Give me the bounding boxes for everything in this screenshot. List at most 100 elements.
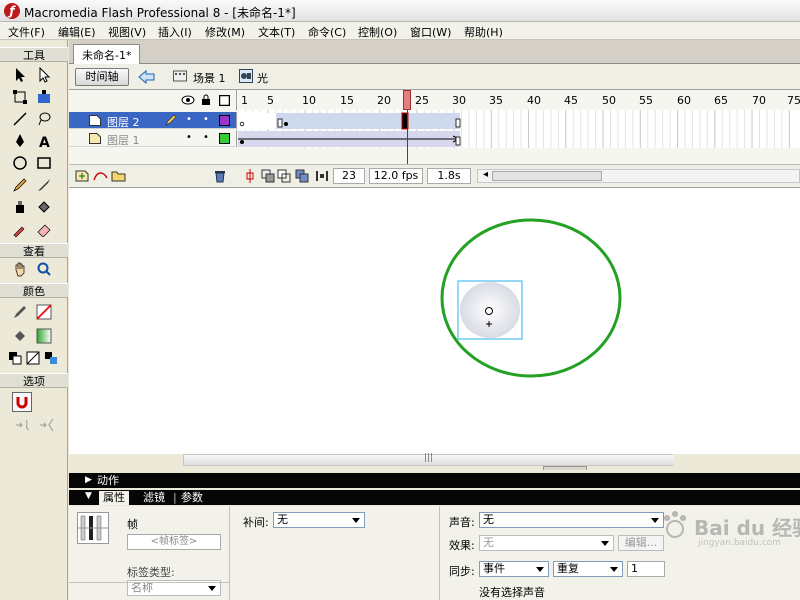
actions-panel-header[interactable]: ▶ 动作 [69,473,800,488]
text-tool-icon[interactable]: A [34,131,54,151]
rectangle-tool-icon[interactable] [34,153,54,173]
divider [439,506,440,600]
delete-layer-icon[interactable] [213,169,227,183]
menu-edit[interactable]: 编辑(E) [58,24,96,40]
modify-onion-markers-icon[interactable] [315,169,329,183]
stage-hscrollbar[interactable]: ||| [183,453,674,466]
layer-name: 图层 2 [107,116,140,129]
menu-commands[interactable]: 命令(C) [308,24,346,40]
effect-select[interactable]: 无 [479,535,614,551]
ruler-labels: 1 5 10 15 20 25 30 35 40 45 50 55 60 65 … [237,92,800,108]
insert-folder-icon[interactable] [111,169,127,183]
tab-parameters[interactable]: 参数 [181,491,203,505]
layer-row-1[interactable]: 图层 1 • • [69,130,237,147]
lasso-tool-icon[interactable] [34,109,54,129]
scroll-left-arrow-icon[interactable]: ◂ [483,169,488,180]
symbol-breadcrumb[interactable]: 光 [257,70,268,86]
add-motion-guide-icon[interactable] [93,169,109,183]
layer-page-icon [89,115,101,126]
paint-bucket-tool-icon[interactable] [34,197,54,217]
menu-view[interactable]: 视图(V) [108,24,146,40]
subselection-tool-icon[interactable] [34,65,54,85]
playhead[interactable] [403,90,411,110]
ruler-label: 40 [527,94,541,107]
timeline-footer: 23 12.0 fps 1.8s ◂ [69,164,800,186]
menu-modify[interactable]: 修改(M) [205,24,245,40]
properties-tab-bar: ▼ 属性 滤镜 | 参数 [69,490,800,505]
stroke-color-icon[interactable] [10,302,30,322]
pen-tool-icon[interactable] [10,131,30,151]
pencil-edit-icon [165,114,177,126]
swap-colors-icon[interactable] [42,348,60,368]
straighten-icon[interactable] [36,415,58,435]
visibility-dot[interactable]: • [186,114,192,125]
hand-tool-icon[interactable] [10,259,30,279]
lock-dot[interactable]: • [203,114,209,125]
scene-breadcrumb[interactable]: 场景 1 [193,70,226,86]
brush-tool-icon[interactable] [34,175,54,195]
tab-properties[interactable]: 属性 [99,491,129,505]
fill-color-swatch[interactable] [34,326,54,346]
no-sound-text: 没有选择声音 [479,586,545,599]
menu-window[interactable]: 窗口(W) [410,24,451,40]
menu-control[interactable]: 控制(O) [358,24,397,40]
center-frame-icon[interactable] [245,169,255,183]
onion-skin-outlines-icon[interactable] [277,169,291,183]
frames-grid[interactable] [238,110,800,148]
smooth-icon[interactable] [12,415,34,435]
ruler-label: 70 [752,94,766,107]
repeat-count-input[interactable]: 1 [627,561,665,577]
frame-title: 帧 [127,518,138,531]
line-tool-icon[interactable] [10,109,30,129]
zoom-tool-icon[interactable] [34,259,54,279]
gradient-transform-tool-icon[interactable] [34,87,54,107]
stroke-color-swatch[interactable] [34,302,54,322]
pencil-tool-icon[interactable] [10,175,30,195]
collapse-arrow-icon[interactable]: ▼ [85,491,92,501]
back-arrow-icon[interactable] [137,69,157,85]
onion-skin-icon[interactable] [261,169,275,183]
menu-text[interactable]: 文本(T) [258,24,295,40]
insert-layer-icon[interactable] [75,169,91,183]
frame-rate-field[interactable]: 12.0 fps [369,168,423,184]
flash-app-icon[interactable]: ƒ [4,3,20,19]
timeline-toggle-button[interactable]: 时间轴 [75,68,129,86]
frame-label-input[interactable]: <帧标签> [127,534,221,550]
divider [229,506,230,600]
tab-filters[interactable]: 滤镜 [143,491,165,505]
eraser-tool-icon[interactable] [34,219,54,239]
menu-insert[interactable]: 插入(I) [158,24,192,40]
no-color-icon[interactable] [24,348,42,368]
fill-color-icon[interactable] [10,326,30,346]
lock-dot[interactable]: • [203,132,209,143]
sound-select[interactable]: 无 [479,512,664,528]
snap-to-objects-icon[interactable] [12,392,32,412]
layer-color-swatch[interactable] [219,115,230,126]
sync-select[interactable]: 事件 [479,561,549,577]
timeline-hscrollbar[interactable]: ◂ [477,169,800,183]
menu-help[interactable]: 帮助(H) [464,24,503,40]
document-tabs: 未命名-1* [69,40,800,64]
timeline-scroll-thumb[interactable] [492,171,602,181]
free-transform-tool-icon[interactable] [10,87,30,107]
label-type-label: 标签类型: [127,566,175,579]
selection-tool-icon[interactable] [10,65,30,85]
ink-bottle-tool-icon[interactable] [10,197,30,217]
eyedropper-tool-icon[interactable] [10,219,30,239]
layer-color-swatch[interactable] [219,133,230,144]
layer-row-2[interactable]: 图层 2 • • [69,112,237,129]
edit-multiple-frames-icon[interactable] [295,169,309,183]
ruler-label: 50 [602,94,616,107]
menu-file[interactable]: 文件(F) [8,24,45,40]
visibility-dot[interactable]: • [186,132,192,143]
stage[interactable] [69,188,800,454]
repeat-select[interactable]: 重复 [553,561,623,577]
ruler-label: 25 [415,94,429,107]
effect-edit-button[interactable]: 编辑... [618,535,664,551]
tools-panel: 工具 A 查看 颜色 选项 [0,40,68,600]
document-tab[interactable]: 未命名-1* [73,44,141,64]
ruler-label: 20 [377,94,391,107]
black-white-icon[interactable] [6,348,24,368]
tween-select[interactable]: 无 [273,512,365,528]
oval-tool-icon[interactable] [10,153,30,173]
